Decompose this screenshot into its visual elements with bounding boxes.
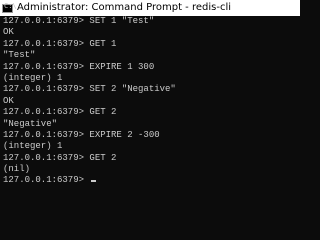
- console-line: 127.0.0.1:6379> SET 2 "Negative": [3, 84, 176, 95]
- console-line: 127.0.0.1:6379> EXPIRE 1 300: [3, 61, 155, 72]
- console-line: 127.0.0.1:6379> GET 1: [3, 38, 117, 49]
- console-line: 127.0.0.1:6379> SET 1 "Test": [3, 16, 155, 26]
- console-line: "Test": [3, 50, 36, 61]
- window-title: Administrator: Command Prompt - redis-cl…: [17, 2, 231, 13]
- command-prompt-window: C:\ Administrator: Command Prompt - redi…: [0, 0, 300, 210]
- current-prompt-line[interactable]: 127.0.0.1:6379>: [3, 175, 300, 186]
- console-line: (integer) 1: [3, 72, 63, 83]
- console-line: (integer) 1: [3, 141, 63, 152]
- console-line: (nil): [3, 164, 31, 175]
- console-line: 127.0.0.1:6379> GET 2: [3, 152, 117, 163]
- console-line: OK: [3, 95, 14, 106]
- console-output[interactable]: 127.0.0.1:6379> SET 1 "Test" OK 127.0.0.…: [0, 16, 300, 210]
- command-prompt-icon: C:\: [2, 2, 17, 13]
- prompt-text: 127.0.0.1:6379>: [3, 175, 90, 186]
- console-line: 127.0.0.1:6379> GET 2: [3, 107, 117, 118]
- console-line: OK: [3, 27, 14, 38]
- console-line: 127.0.0.1:6379> EXPIRE 2 -300: [3, 129, 160, 140]
- title-bar[interactable]: C:\ Administrator: Command Prompt - redi…: [0, 0, 300, 16]
- text-cursor: [91, 180, 97, 183]
- console-line: "Negative": [3, 118, 58, 129]
